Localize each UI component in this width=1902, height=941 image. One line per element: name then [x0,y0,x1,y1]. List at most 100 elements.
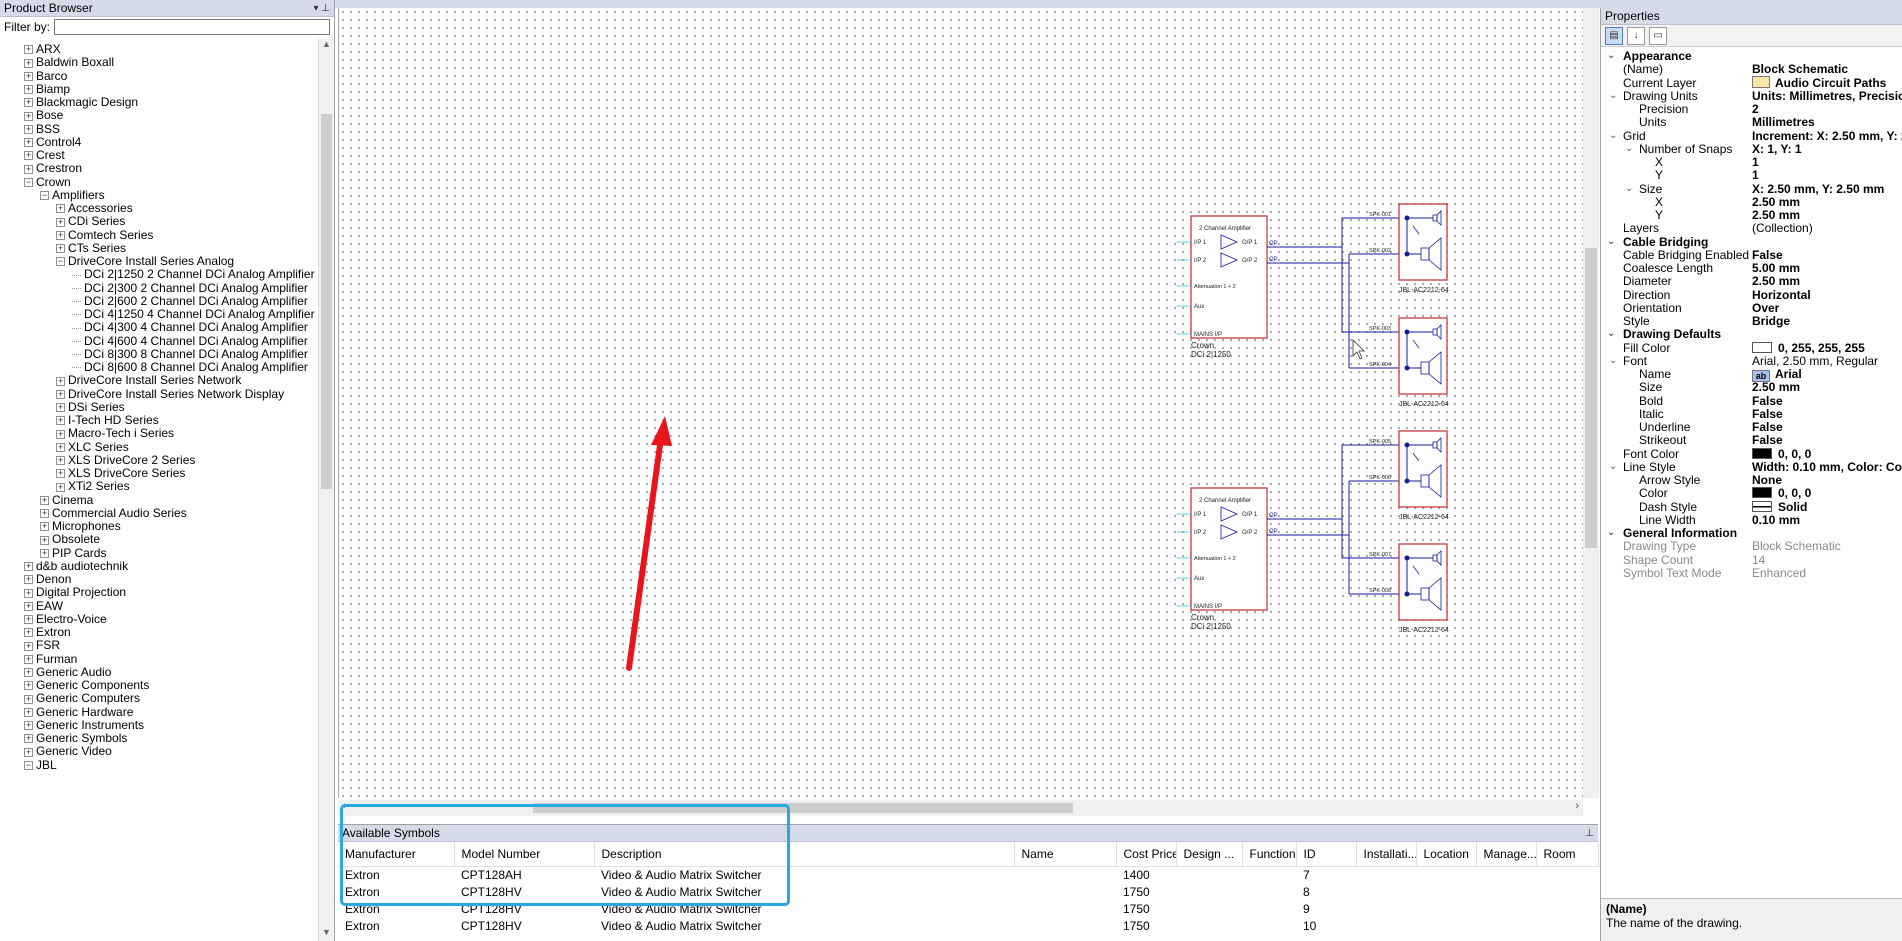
expand-icon[interactable]: + [24,694,33,704]
expand-icon[interactable]: + [56,469,65,479]
table-row[interactable]: Extron CPT128HV Video & Audio Matrix Switc… [338,883,1598,900]
expand-icon[interactable]: + [24,588,33,598]
sort-alpha-icon[interactable]: ↓ [1627,26,1645,45]
expand-icon[interactable]: + [56,416,65,426]
scroll-left-icon[interactable]: ‹ [342,800,346,812]
amplifier-title: 2 Channel Amplifier [1199,226,1251,232]
expand-icon[interactable]: + [24,111,33,121]
amplifier-block[interactable] [1190,487,1268,611]
expand-icon[interactable]: + [56,204,65,214]
block-schematic: 2 Channel Amplifier I/P 1 O/P 1 I/P 2 O/P 2 A… [626,203,1449,671]
column-header[interactable]: Design ... [1176,842,1243,867]
expand-icon[interactable]: + [56,403,65,413]
table-cell [1536,917,1598,934]
amplifier-brand: Crown [1191,341,1214,350]
expand-icon[interactable]: + [24,721,33,731]
expand-icon[interactable]: + [24,601,33,611]
collapse-icon[interactable]: − [24,177,33,187]
canvas-vscroll-thumb[interactable] [1585,248,1597,548]
expand-icon[interactable]: + [24,85,33,95]
canvas-hscroll-thumb[interactable] [533,803,1073,813]
collapse-icon[interactable]: − [56,257,65,267]
collapse-icon[interactable]: − [24,760,33,770]
expand-icon[interactable]: + [24,164,33,174]
panel-pin-icon[interactable]: ⊥ [1585,826,1594,841]
expand-icon[interactable]: + [24,575,33,585]
table-cell [1356,917,1416,934]
column-header[interactable]: Installati... [1356,842,1417,867]
expand-icon[interactable]: + [24,615,33,625]
column-header[interactable]: ID [1296,842,1357,867]
scroll-right-icon[interactable]: › [1575,800,1579,812]
column-header[interactable]: Manufacturer [338,842,455,867]
expand-icon[interactable]: + [40,548,49,558]
annotation-arrow-shaft [626,435,664,671]
expand-icon[interactable]: + [24,138,33,148]
table-row[interactable]: Extron CPT128AH Video & Audio Matrix Switc… [338,866,1598,883]
expand-icon[interactable]: + [24,151,33,161]
expand-icon[interactable]: + [56,376,65,386]
filter-input[interactable] [54,19,330,35]
canvas-horizontal-scrollbar[interactable]: ‹ › [338,800,1583,816]
layer-icon [1752,75,1770,88]
property-value[interactable]: Enhanced [1752,565,1806,581]
column-header[interactable]: Description [594,842,1015,867]
expand-icon[interactable]: + [24,58,33,68]
expand-icon[interactable]: + [24,98,33,108]
input-label: I/P 2 [1194,530,1207,536]
expand-icon[interactable]: + [56,482,65,492]
table-cell: 1750 [1123,918,1150,933]
tap-label: SPK-006 [1369,475,1391,481]
expand-icon[interactable]: + [56,217,65,227]
amplifier-block[interactable] [1190,215,1268,339]
mouse-cursor-icon [1352,339,1365,360]
expand-icon[interactable]: + [24,562,33,572]
drawing-canvas[interactable]: 2 Channel Amplifier I/P 1 O/P 1 I/P 2 O/P 2 A… [338,8,1583,798]
table-cell: 1750 [1123,901,1150,916]
scroll-down-icon[interactable]: ▼ [319,927,334,941]
tree-node[interactable]: − JBL [24,757,57,773]
expand-icon[interactable]: + [56,456,65,466]
property-row[interactable]: Symbol Text Mode Enhanced [1601,565,1902,581]
column-header[interactable]: Name [1014,842,1117,867]
column-header[interactable]: Location [1416,842,1477,867]
expand-icon[interactable]: + [40,522,49,532]
panel-pin-icon[interactable]: ▾ ⊥ [313,1,330,16]
expand-icon[interactable]: + [56,244,65,254]
property-pages-icon[interactable]: ▭ [1649,26,1667,45]
expand-icon[interactable]: + [56,230,65,240]
expand-icon[interactable]: + [24,681,33,691]
table-row[interactable]: Extron CPT128HV Video & Audio Matrix Switc… [338,917,1598,934]
expand-icon[interactable]: + [24,747,33,757]
column-header[interactable]: Cost Price [1116,842,1177,867]
expand-icon[interactable]: + [24,71,33,81]
table-cell [1014,900,1116,917]
categorized-icon[interactable]: ▤ [1605,26,1623,45]
collapse-icon[interactable]: − [40,191,49,201]
expand-icon[interactable]: + [24,654,33,664]
expand-icon[interactable]: + [24,45,33,55]
table-cell [1176,883,1242,900]
expand-icon[interactable]: + [24,707,33,717]
expand-icon[interactable]: + [24,641,33,651]
expand-icon[interactable]: + [24,628,33,638]
scroll-thumb[interactable] [321,114,332,489]
table-row[interactable]: Extron CPT128HV Video & Audio Matrix Switc… [338,900,1598,917]
table-cell [1476,866,1536,883]
expand-icon[interactable]: + [56,389,65,399]
column-header[interactable]: Function [1242,842,1297,867]
expand-icon[interactable]: + [24,734,33,744]
expand-icon[interactable]: + [56,429,65,439]
product-browser-scrollbar[interactable]: ▲ ▼ [318,39,334,941]
expand-icon[interactable]: + [40,495,49,505]
column-header[interactable]: Room [1536,842,1599,867]
expand-icon[interactable]: + [24,124,33,134]
scroll-up-icon[interactable]: ▲ [319,39,334,53]
expand-icon[interactable]: + [40,535,49,545]
expand-icon[interactable]: + [56,442,65,452]
canvas-vertical-scrollbar[interactable] [1583,8,1599,798]
expand-icon[interactable]: + [24,668,33,678]
column-header[interactable]: Manage... [1476,842,1537,867]
expand-icon[interactable]: + [40,509,49,519]
column-header[interactable]: Model Number [454,842,595,867]
